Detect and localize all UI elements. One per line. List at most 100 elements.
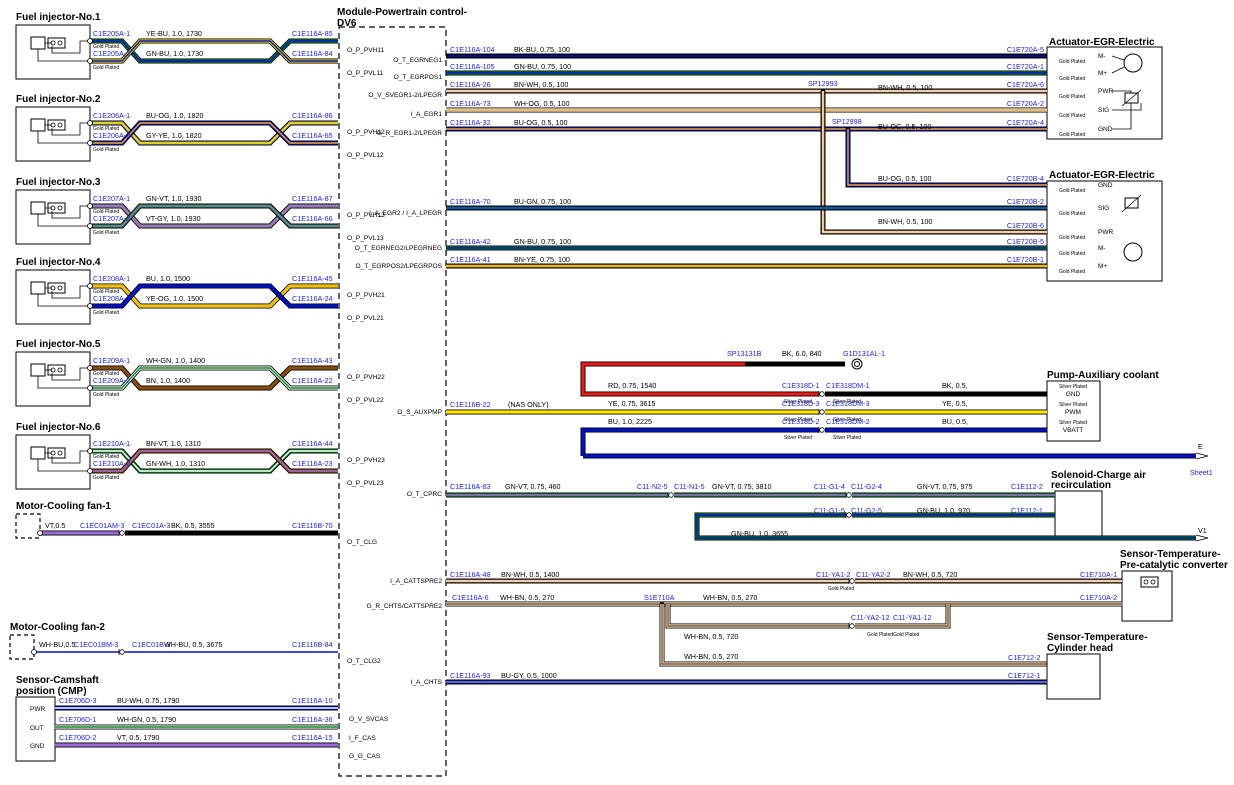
offpage-sheet-link: Sheet1	[1190, 468, 1213, 477]
injector-connector: C1E208A-2	[93, 294, 130, 303]
wire-label: GN-VT, 0.75, 3810	[712, 482, 772, 491]
injector-connector: C1E209A-1	[93, 356, 130, 365]
injector-title: Fuel injector-No.6	[16, 422, 101, 433]
module-signal: O_T_CLG	[347, 539, 377, 546]
module-connector: C1E116A-24	[292, 294, 333, 303]
wire-stripe	[667, 604, 849, 627]
wire-label: BU-GY, 0.5, 1000	[501, 671, 557, 680]
module-connector: C1E116A-23	[292, 459, 333, 468]
fan-dashed-box	[15, 513, 41, 539]
module-connector: C1E116B-22	[450, 400, 491, 409]
egr-pin-label: GND	[1098, 126, 1113, 133]
wire-label: YE, 0.5,	[942, 399, 968, 408]
wire-label: WH-OG, 0.5, 100	[514, 99, 570, 108]
wire-label: GY-YE, 1.0, 1820	[146, 131, 202, 140]
module-connector: C1E116A-86	[292, 111, 333, 120]
plating-label: Gold Plated	[1059, 94, 1085, 100]
wiring-diagram: Module-Powertrain control-DV6 Fuel inject…	[9, 7, 1228, 777]
injector-title: Fuel injector-No.2	[16, 94, 101, 105]
sensor-terminal-icon	[1140, 576, 1159, 588]
injector-connector: C1E205A-1	[93, 29, 130, 38]
fan-wire-label: BK, 0.5, 3555	[171, 521, 215, 530]
inline-label: C11-N2-5	[637, 482, 668, 491]
wire-label: WH-GN, 1.0, 1400	[146, 356, 205, 365]
pump-title: Pump-Auxiliary coolant	[1047, 370, 1159, 381]
wire-label: BN-WH, 0.5, 100	[514, 80, 568, 89]
plating-label: Gold Plated	[1059, 132, 1085, 138]
plating-label: Gold Plated	[1059, 188, 1085, 194]
wire-label: VT-GY, 1.0, 1930	[146, 214, 201, 223]
module-signal: G_G_CAS	[349, 753, 381, 760]
fan-inline-connector	[119, 649, 125, 655]
module-connector: C1E116B-70	[292, 521, 333, 530]
wire-label: BK, 6.0, 840	[782, 349, 822, 358]
wire-label: YE, 0.75, 3615	[608, 399, 656, 408]
fan-title: Motor-Cooling fan-1	[16, 501, 111, 512]
cmp-title: Sensor-Camshaft	[16, 675, 99, 686]
offpage-ref-arrow	[1195, 534, 1209, 542]
wire-base	[666, 604, 849, 628]
egr-connector: C1E720A-4	[1007, 118, 1044, 127]
fan-wire-label: WH-BU, 0.5, 3675	[164, 640, 222, 649]
module-signal: O_P_PVL22	[347, 397, 384, 404]
temp-connector: C1E712-1	[1008, 671, 1040, 680]
inline-label: C11-G1-4	[814, 482, 845, 491]
injector-box	[15, 106, 91, 162]
injector-connector: C1E205A-2	[93, 49, 130, 58]
module-signal: I_A_CHTS	[410, 679, 442, 686]
plating-label: Silver Plated	[1059, 384, 1087, 390]
temp-head-box	[1046, 653, 1101, 700]
egr-connector: C1E720B-6	[1007, 221, 1044, 230]
inline-connector	[849, 578, 855, 584]
splice-label: SP13131B	[727, 349, 762, 358]
module-connector: C1E116A-83	[450, 482, 491, 491]
plating-label: Silver Plated	[1059, 402, 1087, 408]
module-connector: C1E116A-26	[450, 80, 491, 89]
pump-connector: C1E318D-2	[782, 417, 820, 426]
plating-label: Silver Plated	[784, 435, 812, 441]
plating-label: Silver Plated	[833, 435, 861, 441]
injector-title: Fuel injector-No.3	[16, 177, 101, 188]
injector-box	[15, 269, 91, 325]
fan-connector: C1EC01BM-3	[74, 640, 118, 649]
solenoid-connector: C1E112-2	[1011, 482, 1043, 491]
module-connector: C1E116A-66	[292, 214, 333, 223]
module-signal: O_T_CLG2	[347, 658, 381, 665]
egr-connector: C1E720A-1	[1007, 62, 1044, 71]
injector-connector: C1E209A-2	[93, 376, 130, 385]
wire-label: GN-VT, 0.75, 460	[505, 482, 561, 491]
temp-pre-title: Pre-catalytic converter	[1120, 560, 1228, 571]
injector-pin	[87, 58, 93, 64]
cmp-connector: C1E706D-3	[59, 696, 97, 705]
nas-note: (NAS ONLY)	[508, 400, 549, 409]
temp-pre-title: Sensor-Temperature-	[1120, 549, 1220, 560]
splice-label: SP12998	[832, 117, 862, 126]
egr-connector: C1E720A-6	[1007, 80, 1044, 89]
egr-pin-label: M+	[1098, 263, 1107, 270]
module-signal: O_P_PVH11	[347, 47, 385, 54]
inline-label: C11-G1-5	[814, 506, 845, 515]
cmp-connector: C1E706D-1	[59, 715, 97, 724]
plating-label: Gold Plated	[1059, 113, 1085, 119]
module-signal: O_T_CPRC	[407, 491, 442, 498]
cmp-pin-label: PWR	[30, 706, 45, 713]
module-signal: O_T_EGRNEG1	[393, 57, 442, 64]
plating-label: Gold Plated	[93, 44, 119, 50]
cmp-pin-label: OUT	[30, 725, 44, 732]
egr-pin-label: M+	[1098, 70, 1107, 77]
inline-connector	[846, 492, 852, 498]
module-connector: C1E116A-45	[292, 274, 333, 283]
solenoid-connector: C1E112-1	[1011, 506, 1043, 515]
splice-label: S1E710A	[644, 593, 675, 602]
wire-label: GN-BU, 1.0, 1730	[146, 49, 203, 58]
wire-label: BU-GN, 0.75, 100	[514, 197, 571, 206]
wire-label: BU-WH, 0.75, 1790	[117, 696, 179, 705]
wire-label: BN-WH, 0.5, 720	[903, 570, 957, 579]
offpage-ref: E	[1198, 442, 1203, 451]
plating-label: Gold Plated	[1059, 76, 1085, 82]
inline-label: C11-N1-5	[674, 482, 705, 491]
fan-title: Motor-Cooling fan-2	[10, 622, 105, 633]
plating-label: Gold Plated	[93, 230, 119, 236]
wire-label: BN-WH, 0.5, 100	[878, 83, 932, 92]
egr-connector: C1E720B-1	[1007, 255, 1044, 264]
